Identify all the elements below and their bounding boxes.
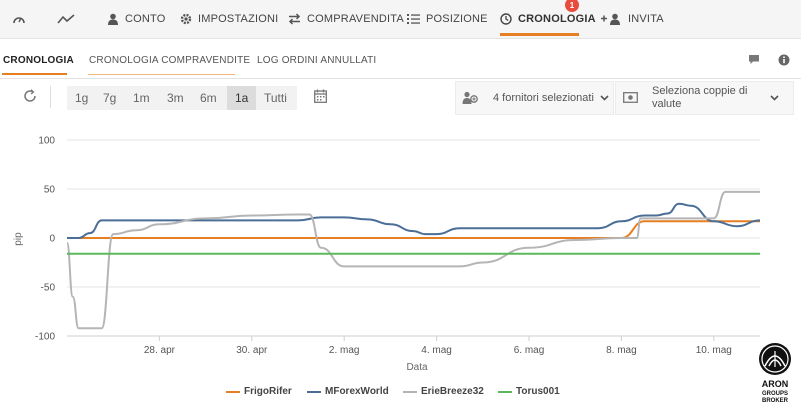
y-tick-label: 0 xyxy=(49,234,55,245)
y-tick-label: -100 xyxy=(35,332,55,343)
currency-pairs-dropdown[interactable]: Seleziona coppie di valute xyxy=(615,81,794,115)
speedometer-icon xyxy=(13,17,25,24)
nav-chart[interactable] xyxy=(57,0,81,38)
info-icon[interactable] xyxy=(778,54,790,66)
providers-dropdown[interactable]: 4 fornitori selezionati xyxy=(455,81,614,115)
legend-swatch xyxy=(498,390,512,393)
subtab-cronologia[interactable]: CRONOLOGIA xyxy=(3,55,74,66)
pairs-label-line1: Seleziona coppie di xyxy=(652,85,748,97)
x-tick-label: 10. mag xyxy=(696,345,732,356)
clock-icon xyxy=(500,13,512,25)
legend-item-eriebreeze32[interactable]: ErieBreeze32 xyxy=(403,386,484,397)
legend-swatch xyxy=(307,390,321,393)
nav-label: IMPOSTAZIONI xyxy=(198,13,279,25)
gear-icon xyxy=(180,13,192,25)
svg-text:ARON: ARON xyxy=(762,379,789,389)
top-navigation: CONTO IMPOSTAZIONI COMPRAVENDITA POSIZIO… xyxy=(0,0,801,39)
y-axis-title: pip xyxy=(13,232,24,246)
x-tick-label: 8. mag xyxy=(606,345,637,356)
y-tick-label: 100 xyxy=(38,136,55,147)
subtab-hover-underline xyxy=(88,74,235,75)
subtab-log-ordini-annullati[interactable]: LOG ORDINI ANNULLATI xyxy=(257,55,376,66)
legend-label: FrigoRifer xyxy=(244,386,292,397)
legend-item-frigorifer[interactable]: FrigoRifer xyxy=(226,386,292,397)
y-tick-label: 50 xyxy=(44,185,56,196)
toolbar-divider xyxy=(50,86,51,108)
range-button-3m[interactable]: 3m xyxy=(167,91,184,105)
range-button-1g[interactable]: 1g xyxy=(75,91,88,105)
nav-compravendita[interactable]: COMPRAVENDITA xyxy=(288,0,404,38)
range-button-tutti[interactable]: Tutti xyxy=(264,91,287,105)
legend-item-torus001[interactable]: Torus001 xyxy=(498,386,560,397)
add-user-icon xyxy=(601,13,620,25)
x-axis: 28. apr 30. apr 2. mag 4. mag 6. mag 8. mag 10… xyxy=(144,336,732,356)
subtab-active-underline xyxy=(2,73,67,75)
trend-line-icon xyxy=(57,14,75,24)
legend-swatch xyxy=(403,390,417,393)
range-button-6m[interactable]: 6m xyxy=(200,91,217,105)
x-tick-label: 30. apr xyxy=(236,345,268,356)
x-tick-label: 2. mag xyxy=(329,345,360,356)
nav-label: CONTO xyxy=(125,13,166,25)
x-tick-label: 6. mag xyxy=(514,345,545,356)
nav-label: POSIZIONE xyxy=(426,13,488,25)
range-button-7g[interactable]: 7g xyxy=(103,91,116,105)
pairs-label-line2: valute xyxy=(652,98,682,110)
series-line-eriebreeze32 xyxy=(66,190,760,330)
legend-label: Torus001 xyxy=(516,386,560,397)
list-icon xyxy=(407,14,420,24)
legend-label: ErieBreeze32 xyxy=(421,386,484,397)
legend-swatch xyxy=(226,390,240,393)
nav-impostazioni[interactable]: IMPOSTAZIONI xyxy=(180,0,278,38)
nav-invita[interactable]: INVITA xyxy=(600,0,664,38)
chart-series xyxy=(66,190,761,330)
nav-conto[interactable]: CONTO xyxy=(107,0,166,38)
nav-posizione[interactable]: POSIZIONE xyxy=(407,0,488,38)
banknote-icon xyxy=(623,92,638,103)
chevron-down-icon xyxy=(770,95,779,101)
nav-label: CRONOLOGIA xyxy=(518,13,596,25)
sub-tabs: CRONOLOGIA CRONOLOGIA COMPRAVENDITE LOG … xyxy=(0,38,801,79)
comment-icon[interactable] xyxy=(748,54,760,65)
providers-icon xyxy=(462,91,478,104)
calendar-icon[interactable] xyxy=(314,89,327,103)
transfer-arrows-icon xyxy=(288,13,301,25)
legend-label: MForexWorld xyxy=(325,386,389,397)
providers-label: 4 fornitori selezionati xyxy=(493,92,594,104)
range-button-1m[interactable]: 1m xyxy=(133,91,150,105)
subtab-cronologia-compravendite[interactable]: CRONOLOGIA COMPRAVENDITE xyxy=(89,55,250,66)
y-tick-label: -50 xyxy=(41,283,56,294)
refresh-icon[interactable] xyxy=(23,89,37,103)
range-button-1a[interactable]: 1a xyxy=(235,91,248,105)
history-line-chart: 100 50 0 -50 -100 28. apr 30. apr 2. mag 4. mag… xyxy=(13,136,761,373)
nav-active-underline xyxy=(500,33,579,36)
nav-dashboard[interactable] xyxy=(12,0,32,38)
nav-label: COMPRAVENDITA xyxy=(307,13,404,25)
y-axis: 100 50 0 -50 -100 xyxy=(35,136,55,343)
x-tick-label: 4. mag xyxy=(421,345,452,356)
legend-item-mforexworld[interactable]: MForexWorld xyxy=(307,386,389,397)
user-icon xyxy=(108,13,118,25)
svg-text:BROKER: BROKER xyxy=(762,398,789,404)
nav-label: INVITA xyxy=(628,13,664,25)
aron-groups-broker-logo: ARON GROUPS BROKER xyxy=(759,343,791,404)
x-tick-label: 28. apr xyxy=(144,345,176,356)
svg-text:GROUPS: GROUPS xyxy=(762,391,788,397)
x-axis-title: Data xyxy=(406,362,428,373)
chevron-down-icon xyxy=(600,95,609,101)
